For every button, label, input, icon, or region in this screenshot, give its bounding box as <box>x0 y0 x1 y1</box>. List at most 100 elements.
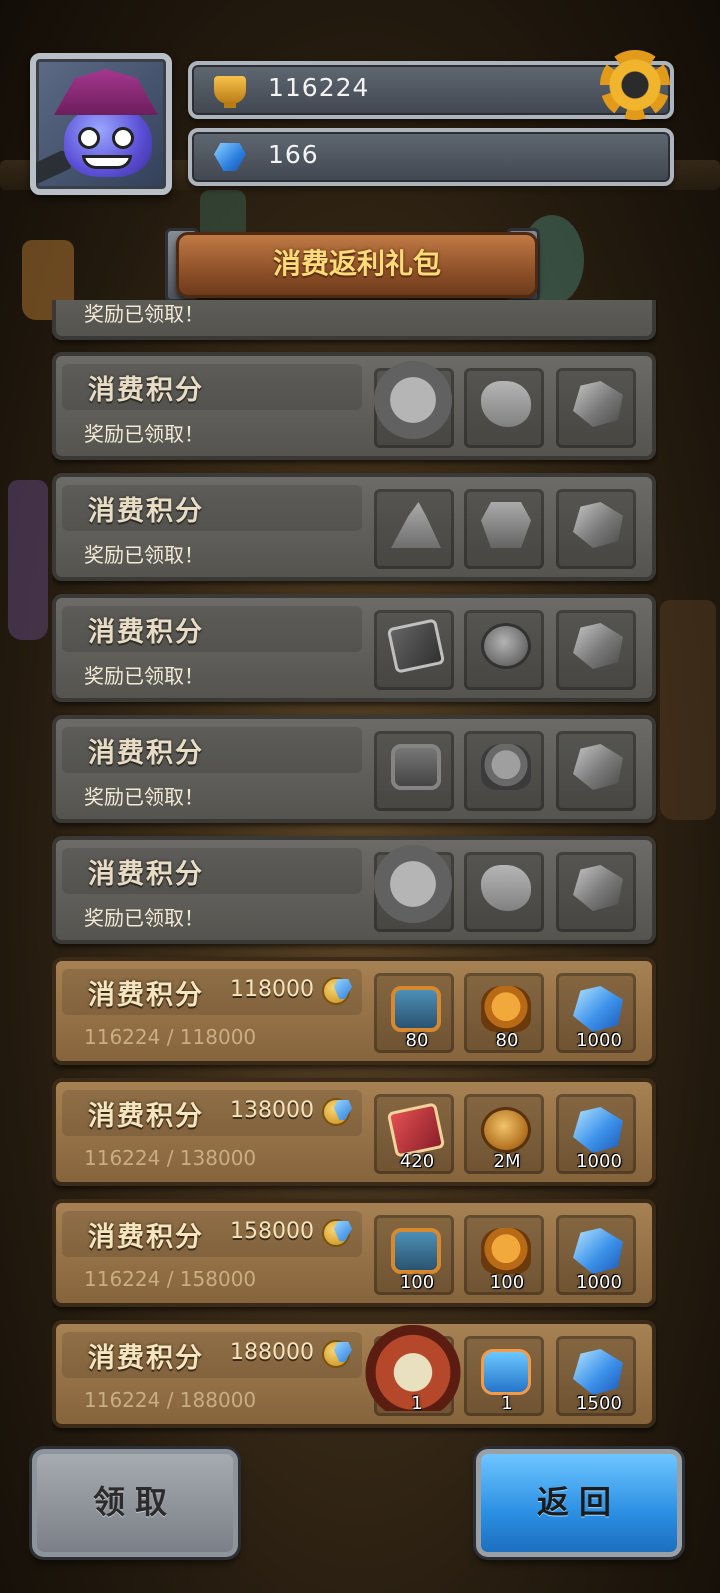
row-title: 消费积分 <box>88 738 204 769</box>
reward-slot[interactable]: 1000 <box>556 1215 636 1295</box>
points-currency-icon <box>322 1338 354 1368</box>
reward-row[interactable]: 消费积分奖励已领取！ <box>52 473 656 581</box>
crystal-icon <box>573 986 623 1032</box>
crystal-icon <box>573 1107 623 1153</box>
reward-quantity: 100 <box>399 1272 435 1293</box>
gem-icon <box>214 143 246 171</box>
crystal-icon <box>573 1228 623 1274</box>
reward-slot[interactable]: 80 <box>464 973 544 1053</box>
reward-slot[interactable]: 1000 <box>556 1094 636 1174</box>
reward-slot[interactable] <box>556 368 636 448</box>
reward-list[interactable]: 奖励已领取！ 消费积分 奖励已领取！ 消费积分 奖励已领取！ 消费积分 奖励已领取！ 消费积… <box>52 300 658 1435</box>
backpack-icon <box>481 1228 531 1274</box>
reward-slot[interactable]: 420 <box>374 1094 454 1174</box>
camera-icon <box>391 744 441 790</box>
backpack-icon <box>481 744 531 790</box>
coin-icon <box>481 1107 531 1153</box>
reward-slot[interactable]: 100 <box>464 1215 544 1295</box>
row-title: 消费积分 <box>88 859 204 890</box>
reward-row[interactable]: 消费积分 158000 116224 / 158000 100 100 1000 <box>52 1199 656 1307</box>
reward-quantity: 1 <box>501 1393 513 1414</box>
reward-slot[interactable] <box>374 610 454 690</box>
reward-slot[interactable] <box>464 731 544 811</box>
camera-icon <box>391 1228 441 1274</box>
badge-icon <box>481 1349 531 1395</box>
gem-counter: 166 <box>188 128 674 186</box>
reward-slot[interactable]: 2M <box>464 1094 544 1174</box>
reward-slot[interactable] <box>464 489 544 569</box>
reward-slot[interactable] <box>374 489 454 569</box>
reward-quantity: 1000 <box>576 1151 622 1172</box>
coin-icon <box>481 623 531 669</box>
reward-quantity: 1000 <box>576 1272 622 1293</box>
book-icon <box>386 618 446 674</box>
reward-slot[interactable] <box>556 610 636 690</box>
reward-slot[interactable]: 1500 <box>556 1336 636 1416</box>
book-icon <box>386 1102 446 1158</box>
hero-portrait-icon <box>365 357 461 443</box>
reward-slot[interactable] <box>556 489 636 569</box>
player-avatar[interactable] <box>30 53 172 195</box>
row-status: 奖励已领取！ <box>84 302 204 326</box>
hero-portrait-icon <box>365 841 461 927</box>
reward-row[interactable]: 消费积分 138000 116224 / 138000 420 2M 1000 <box>52 1078 656 1186</box>
row-progress: 116224 / 118000 <box>84 1025 257 1049</box>
reward-quantity: 1000 <box>576 1030 622 1051</box>
reward-slot[interactable] <box>365 841 461 932</box>
armor-icon <box>481 502 531 548</box>
reward-row[interactable]: 消费积分 188000 116224 / 188000 1 1 1500 <box>52 1320 656 1428</box>
reward-quantity: 1 <box>411 1393 423 1414</box>
row-title: 消费积分 <box>88 496 204 527</box>
row-title: 消费积分 <box>88 1343 204 1374</box>
row-points: 118000 <box>230 977 314 1002</box>
back-button[interactable]: 返回 <box>476 1449 682 1557</box>
crystal-icon <box>573 744 623 790</box>
reward-row[interactable]: 消费积分奖励已领取！ <box>52 836 656 944</box>
row-status: 奖励已领取！ <box>84 906 204 930</box>
reward-slot[interactable]: 1000 <box>556 973 636 1053</box>
reward-quantity: 420 <box>399 1151 435 1172</box>
reward-slot[interactable] <box>556 731 636 811</box>
row-title: 消费积分 <box>88 1101 204 1132</box>
reward-slot[interactable] <box>464 610 544 690</box>
reward-quantity: 80 <box>495 1030 519 1051</box>
backpack-icon <box>481 986 531 1032</box>
reward-slot[interactable] <box>464 852 544 932</box>
reward-slot[interactable]: 80 <box>374 973 454 1053</box>
settings-gear-icon[interactable] <box>600 50 670 120</box>
reward-slot[interactable]: 1 <box>464 1336 544 1416</box>
crystal-icon <box>573 381 623 427</box>
crystal-icon <box>573 865 623 911</box>
reward-slot[interactable] <box>365 357 461 448</box>
row-progress: 116224 / 158000 <box>84 1267 257 1291</box>
row-points: 158000 <box>230 1219 314 1244</box>
row-title: 消费积分 <box>88 1222 204 1253</box>
reward-row[interactable]: 消费积分 奖励已领取！ <box>52 352 656 460</box>
reward-slot[interactable] <box>556 852 636 932</box>
reward-slot[interactable] <box>464 368 544 448</box>
row-title: 消费积分 <box>88 617 204 648</box>
claim-button[interactable]: 领取 <box>32 1449 238 1557</box>
reward-slot[interactable]: 100 <box>374 1215 454 1295</box>
reward-slot[interactable] <box>374 731 454 811</box>
reward-row[interactable]: 消费积分奖励已领取！ <box>52 594 656 702</box>
reward-row-partial: 奖励已领取！ <box>52 300 656 340</box>
reward-quantity: 1500 <box>576 1393 622 1414</box>
reward-row[interactable]: 消费积分 118000 116224 / 118000 80 80 1000 <box>52 957 656 1065</box>
points-currency-icon <box>322 975 354 1005</box>
hat-icon <box>391 502 441 548</box>
row-title: 消费积分 <box>88 375 204 406</box>
row-status: 奖励已领取！ <box>84 785 204 809</box>
points-currency-icon <box>322 1217 354 1247</box>
reward-quantity: 100 <box>489 1272 525 1293</box>
row-status: 奖励已领取！ <box>84 543 204 567</box>
reward-slot[interactable]: 1 <box>365 1325 461 1416</box>
row-points: 188000 <box>230 1340 314 1365</box>
row-status: 奖励已领取！ <box>84 664 204 688</box>
row-progress: 116224 / 138000 <box>84 1146 257 1170</box>
stone-icon <box>481 381 531 427</box>
page-title: 消费返利礼包 <box>176 232 538 298</box>
trophy-count: 116224 <box>268 73 370 102</box>
reward-row[interactable]: 消费积分奖励已领取！ <box>52 715 656 823</box>
reward-quantity: 2M <box>493 1151 521 1172</box>
